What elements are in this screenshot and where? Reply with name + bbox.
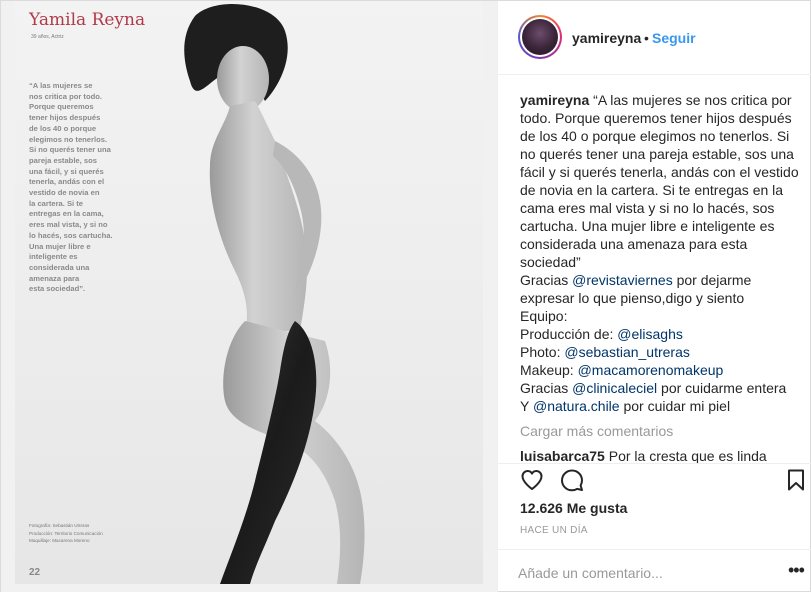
more-options-icon[interactable]: •••	[788, 560, 805, 581]
mention-elisaghs[interactable]: @elisaghs	[617, 326, 683, 342]
post-timestamp[interactable]: HACE UN DÍA	[520, 525, 588, 536]
mention-revistaviernes[interactable]: @revistaviernes	[572, 272, 673, 288]
post-image[interactable]: Yamila Reyna 39 años, Actriz “A las muje…	[1, 1, 498, 592]
magazine-page: Yamila Reyna 39 años, Actriz “A las muje…	[15, 1, 483, 584]
mention-natura-chile[interactable]: @natura.chile	[533, 398, 620, 414]
heart-icon[interactable]	[520, 468, 544, 492]
separator-dot: •	[644, 30, 649, 46]
comment-text: Por la cresta que es linda	[608, 448, 767, 463]
caption-username[interactable]: yamireyna	[520, 92, 589, 108]
instagram-post: Yamila Reyna 39 años, Actriz “A las muje…	[0, 0, 811, 592]
magazine-subtitle: 39 años, Actriz	[31, 34, 64, 40]
comment-input[interactable]	[518, 563, 768, 583]
caption-quote: “A las mujeres se nos critica por todo. …	[520, 92, 799, 270]
avatar-image	[522, 19, 558, 55]
action-bar	[498, 463, 811, 503]
likes-count[interactable]: 12.626 Me gusta	[520, 500, 627, 516]
load-more-comments-button[interactable]: Cargar más comentarios	[520, 423, 673, 439]
header-username[interactable]: yamireyna	[572, 30, 641, 46]
follow-button[interactable]: Seguir	[652, 30, 696, 46]
post-header: yamireyna • Seguir	[498, 1, 811, 75]
magazine-credits: Fotografía: Sebastián Utreras Producción…	[29, 523, 103, 543]
comments-section: yamireyna “A las mujeres se nos critica …	[498, 75, 811, 463]
add-comment-bar: •••	[498, 549, 811, 592]
magazine-quote: “A las mujeres se nos critica por todo. …	[29, 81, 113, 294]
magazine-page-number: 22	[29, 567, 41, 578]
caption-equipo: Equipo:	[520, 308, 568, 324]
comment-item: luisabarca75 Por la cresta que es linda	[520, 448, 767, 463]
comment-username[interactable]: luisabarca75	[520, 448, 605, 463]
avatar[interactable]	[518, 15, 562, 59]
mention-sebastian-utreras[interactable]: @sebastian_utreras	[564, 344, 690, 360]
post-caption: yamireyna “A las mujeres se nos critica …	[520, 92, 799, 414]
bookmark-icon[interactable]	[784, 468, 808, 492]
comment-icon[interactable]	[560, 468, 584, 492]
mention-macamorenomakeup[interactable]: @macamorenomakeup	[578, 362, 724, 378]
mention-clinicaleciel[interactable]: @clinicaleciel	[572, 380, 657, 396]
model-photo	[184, 4, 365, 584]
